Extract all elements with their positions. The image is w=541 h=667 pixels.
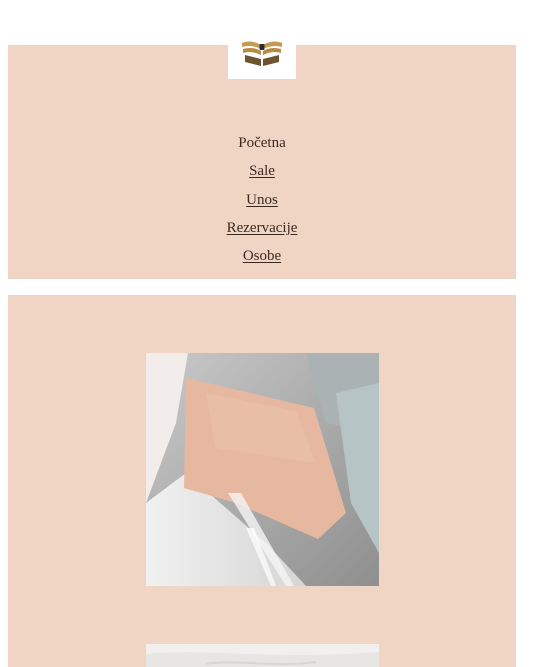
- main-nav: Početna Sale Unos Rezervacije Osobe: [8, 131, 516, 272]
- nav-link-rezervacije[interactable]: Rezervacije: [227, 220, 298, 236]
- nav-link-unos[interactable]: Unos: [246, 192, 278, 208]
- nav-item-pocetna[interactable]: Početna: [8, 131, 516, 159]
- plaster-wall-image: [146, 644, 379, 667]
- content-panel: [8, 295, 516, 667]
- abstract-painted-wall-image: [146, 353, 379, 586]
- nav-link-sale[interactable]: Sale: [249, 163, 275, 179]
- nav-item-sale[interactable]: Sale: [8, 159, 516, 187]
- nav-link-pocetna[interactable]: Početna: [238, 135, 285, 151]
- page: Početna Sale Unos Rezervacije Osobe: [0, 0, 541, 667]
- nav-link-osobe[interactable]: Osobe: [243, 248, 281, 264]
- nav-item-rezervacije[interactable]: Rezervacije: [8, 216, 516, 244]
- nav-item-unos[interactable]: Unos: [8, 188, 516, 216]
- site-logo[interactable]: [228, 24, 296, 79]
- nav-item-osobe[interactable]: Osobe: [8, 244, 516, 272]
- book-logo-icon: [242, 41, 282, 66]
